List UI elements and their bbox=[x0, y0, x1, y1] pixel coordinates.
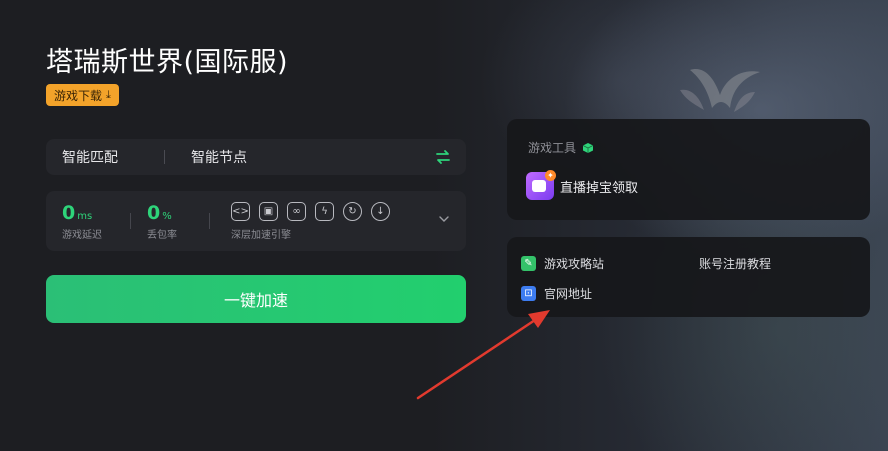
latency-stat: 0 ms 游戏延迟 bbox=[62, 202, 102, 241]
deep-engine-group: <> ▣ ∞ ϟ ↻ ↓ 深层加速引擎 bbox=[231, 202, 390, 241]
tools-header: 游戏工具 bbox=[528, 139, 594, 156]
refresh-icon[interactable]: ↻ bbox=[343, 202, 362, 221]
code-icon[interactable]: <> bbox=[231, 202, 250, 221]
latency-unit: ms bbox=[77, 211, 93, 222]
packet-loss-value: 0 bbox=[147, 202, 161, 224]
latency-label: 游戏延迟 bbox=[62, 230, 102, 241]
game-download-button[interactable]: 游戏下载 ⤓ bbox=[46, 84, 119, 106]
official-site-link[interactable]: ⊡ 官网地址 bbox=[521, 285, 592, 302]
packet-loss-stat: 0% 丢包率 bbox=[147, 202, 177, 241]
lightning-icon[interactable]: ϟ bbox=[315, 202, 334, 221]
cube-icon bbox=[582, 142, 594, 153]
packet-loss-label: 丢包率 bbox=[147, 230, 177, 241]
smart-node-option[interactable]: 智能节点 bbox=[165, 147, 247, 167]
guide-site-label: 游戏攻略站 bbox=[544, 257, 605, 271]
tools-header-label: 游戏工具 bbox=[528, 141, 577, 155]
link-icon[interactable]: ∞ bbox=[287, 202, 306, 221]
live-drop-label: 直播掉宝领取 bbox=[560, 180, 639, 196]
game-links-panel: ✎ 游戏攻略站 账号注册教程 ⊡ 官网地址 bbox=[507, 237, 870, 317]
network-stats-panel: 0 ms 游戏延迟 0% 丢包率 <> ▣ ∞ ϟ ↻ ↓ 深层加速引擎 bbox=[46, 191, 466, 251]
divider bbox=[130, 213, 131, 229]
latency-value: 0 bbox=[62, 202, 76, 224]
official-site-label: 官网地址 bbox=[544, 287, 593, 301]
packet-loss-unit: % bbox=[162, 211, 172, 222]
pencil-icon: ✎ bbox=[521, 256, 536, 271]
download-label: 游戏下载 bbox=[54, 88, 103, 103]
game-tools-panel: 游戏工具 ✦ 直播掉宝领取 bbox=[507, 119, 870, 220]
window-icon[interactable]: ▣ bbox=[259, 202, 278, 221]
node-selector-bar: 智能匹配 智能节点 bbox=[46, 139, 466, 175]
live-stream-icon: ✦ bbox=[526, 170, 556, 200]
swap-icon[interactable] bbox=[434, 148, 452, 166]
register-tutorial-link[interactable]: 账号注册教程 bbox=[699, 255, 771, 272]
smart-match-option[interactable]: 智能匹配 bbox=[46, 147, 118, 167]
register-tutorial-label: 账号注册教程 bbox=[699, 257, 772, 271]
chevron-down-icon[interactable] bbox=[438, 213, 450, 225]
one-click-boost-button[interactable]: 一键加速 bbox=[46, 275, 466, 323]
engine-label: 深层加速引擎 bbox=[231, 230, 291, 241]
website-icon: ⊡ bbox=[521, 286, 536, 301]
game-title: 塔瑞斯世界(国际服) bbox=[46, 47, 289, 78]
divider bbox=[209, 213, 210, 229]
live-drop-reward-item[interactable]: ✦ 直播掉宝领取 bbox=[526, 170, 639, 200]
guide-site-link[interactable]: ✎ 游戏攻略站 bbox=[521, 255, 604, 272]
download-circle-icon[interactable]: ↓ bbox=[371, 202, 390, 221]
download-arrow-icon: ⤓ bbox=[106, 88, 111, 101]
